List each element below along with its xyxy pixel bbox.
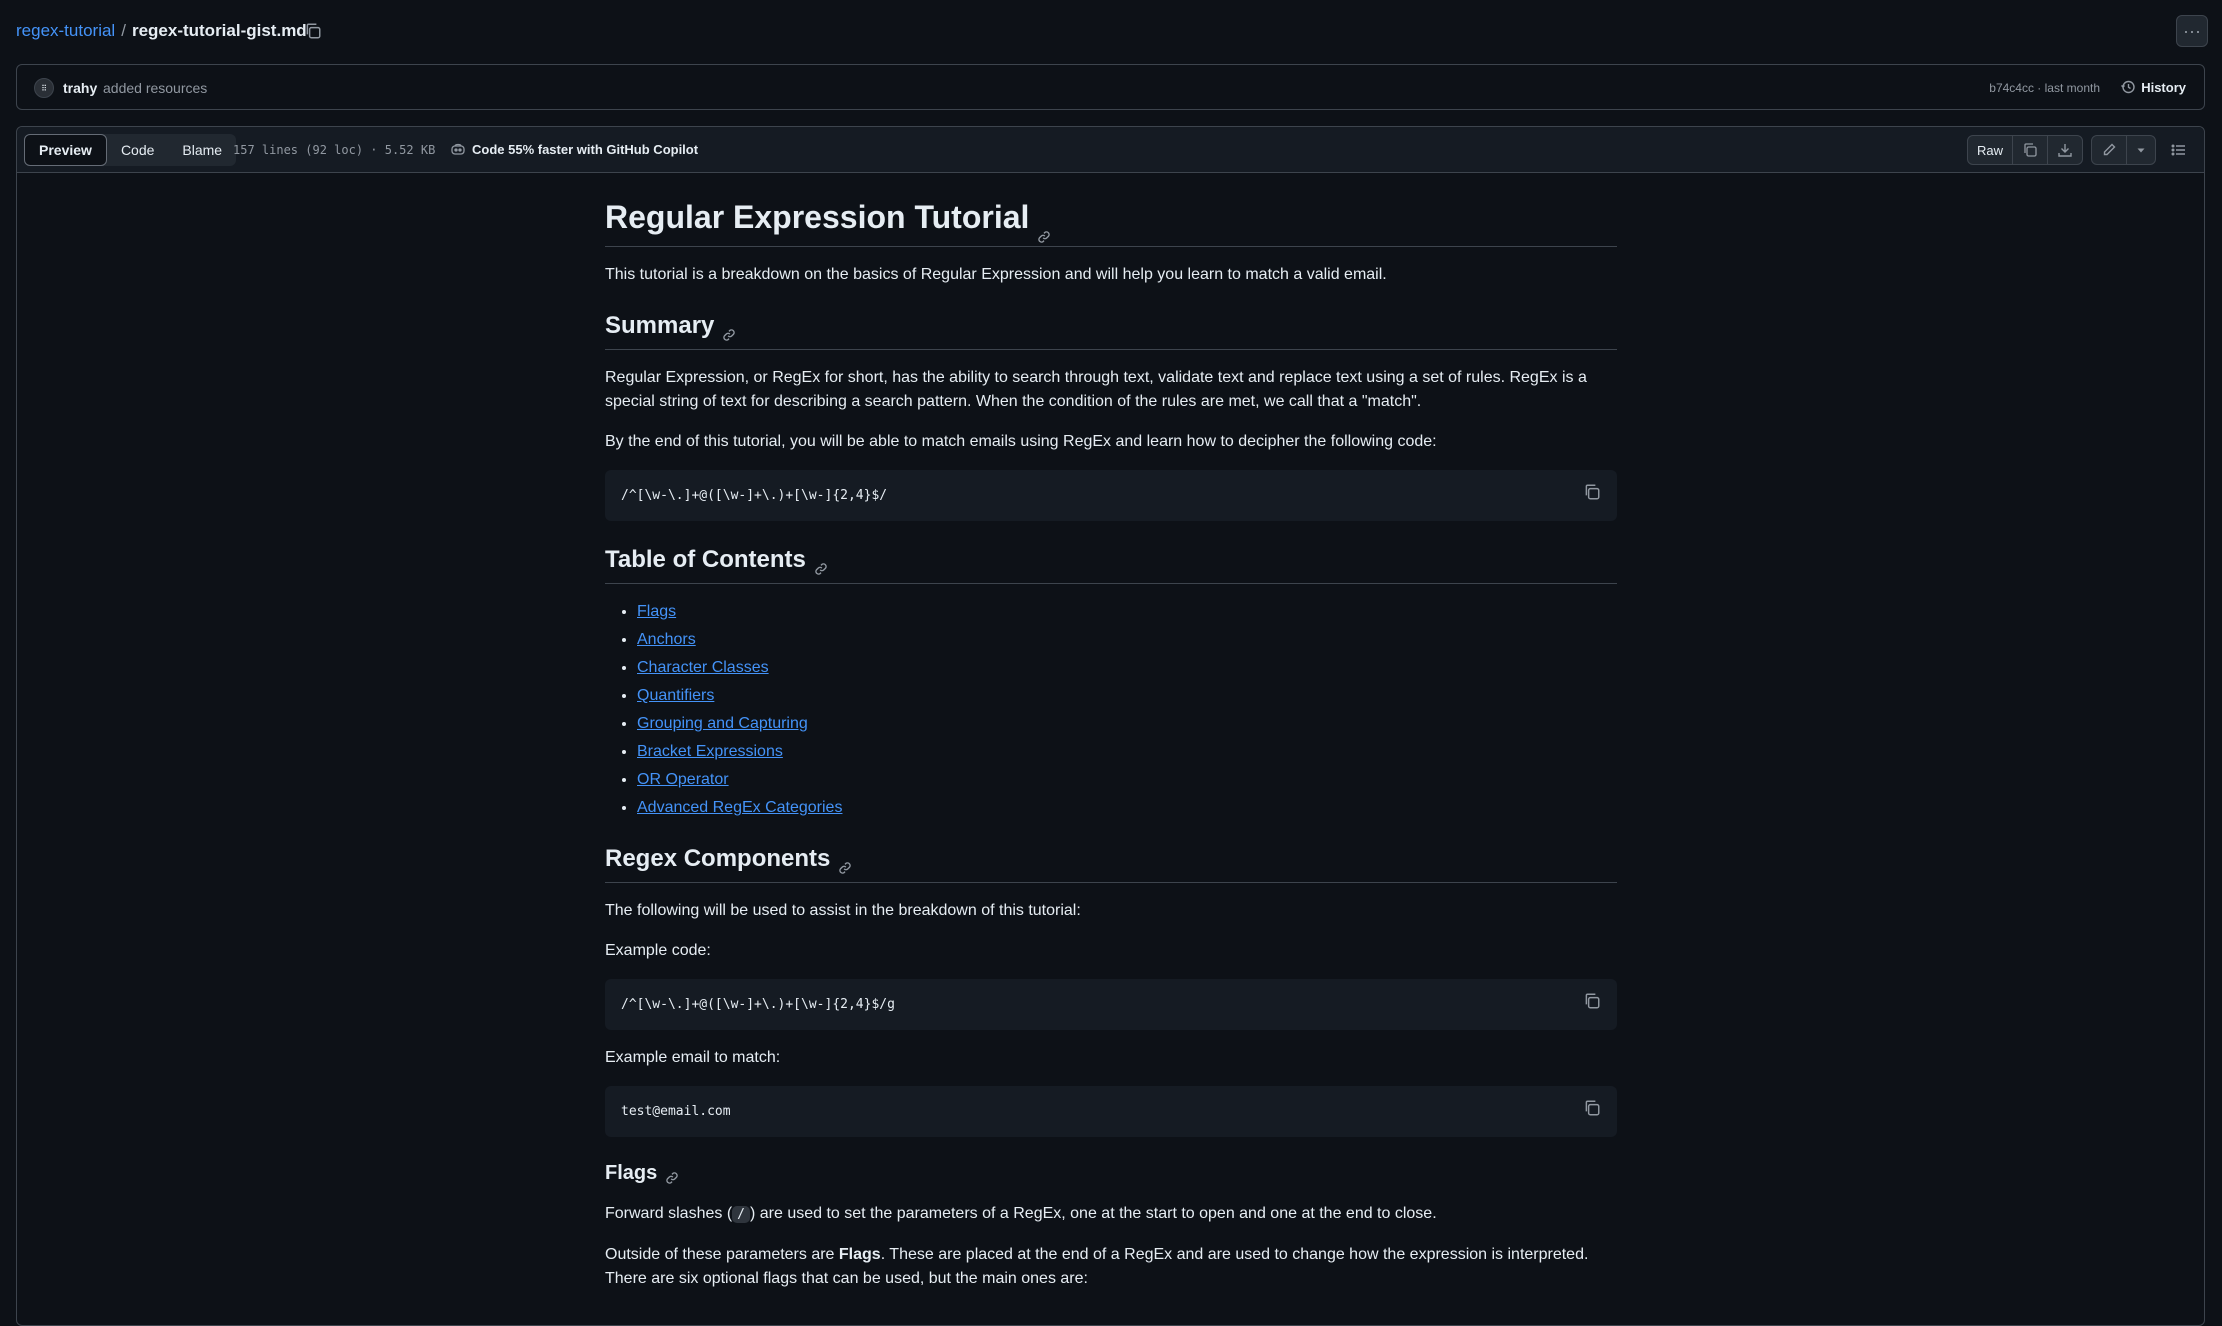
file-line-info: 157 lines (92 loc) · 5.52 KB <box>233 143 436 157</box>
edit-actions-group <box>2091 135 2156 165</box>
code-text: /^[\w-\.]+@([\w-]+\.)+[\w-]{2,4}$/g <box>621 997 895 1012</box>
components-heading-text: Regex Components <box>605 845 831 872</box>
tab-preview[interactable]: Preview <box>24 134 107 166</box>
flags-p2-bold: Flags <box>838 1246 881 1263</box>
summary-paragraph-2: By the end of this tutorial, you will be… <box>605 433 1437 450</box>
commit-sha-time[interactable]: b74c4cc · last month <box>1989 81 2100 95</box>
link-icon[interactable] <box>722 320 736 341</box>
download-icon <box>2058 144 2072 157</box>
history-icon <box>2121 80 2135 94</box>
components-heading: Regex Components <box>605 844 1617 883</box>
copy-path-icon[interactable] <box>304 22 322 40</box>
list-item: OR Operator <box>637 768 1617 792</box>
list-item: Quantifiers <box>637 684 1617 708</box>
flags-p1-after: ) are used to set the parameters of a Re… <box>749 1205 1437 1222</box>
intro-paragraph: This tutorial is a breakdown on the basi… <box>605 266 1387 283</box>
toc-link-advanced[interactable]: Advanced RegEx Categories <box>637 799 842 816</box>
example-email-label: Example email to match: <box>605 1049 781 1066</box>
kebab-icon: ··· <box>2183 20 2201 41</box>
list-item: Bracket Expressions <box>637 740 1617 764</box>
commit-message[interactable]: added resources <box>103 80 207 96</box>
code-block: /^[\w-\.]+@([\w-]+\.)+[\w-]{2,4}$/g <box>605 979 1617 1030</box>
copy-icon[interactable] <box>1583 992 1603 1012</box>
history-button[interactable]: History <box>2114 74 2192 100</box>
edit-button[interactable] <box>2092 136 2127 164</box>
link-icon[interactable] <box>665 1167 679 1184</box>
raw-button[interactable]: Raw <box>1968 136 2013 164</box>
more-options-button[interactable]: ··· <box>2176 15 2208 47</box>
triangle-down-icon <box>2137 148 2145 153</box>
file-viewer: Preview Code Blame 157 lines (92 loc) · … <box>16 126 2205 1326</box>
breadcrumb-separator: / <box>121 21 126 40</box>
summary-paragraph-1: Regular Expression, or RegEx for short, … <box>605 369 1587 410</box>
copy-icon[interactable] <box>1583 483 1603 503</box>
components-paragraph: The following will be used to assist in … <box>605 902 1081 919</box>
toc-link-flags[interactable]: Flags <box>637 603 676 620</box>
flags-heading-text: Flags <box>605 1162 658 1184</box>
toc-link-grouping[interactable]: Grouping and Capturing <box>637 715 808 732</box>
outline-button[interactable] <box>2164 135 2194 165</box>
toc-heading: Table of Contents <box>605 545 1617 584</box>
breadcrumb-repo-link[interactable]: regex-tutorial <box>16 21 115 40</box>
copilot-promo-label: Code 55% faster with GitHub Copilot <box>472 141 699 157</box>
file-actions: Raw <box>1966 135 2194 165</box>
list-unordered-icon <box>2171 144 2185 156</box>
flags-heading: Flags <box>605 1161 1617 1186</box>
code-block: /^[\w-\.]+@([\w-]+\.)+[\w-]{2,4}$/ <box>605 470 1617 521</box>
file-header: Preview Code Blame 157 lines (92 loc) · … <box>17 127 2204 173</box>
edit-dropdown-button[interactable] <box>2127 136 2155 164</box>
toc-link-or-operator[interactable]: OR Operator <box>637 771 729 788</box>
summary-heading-text: Summary <box>605 312 715 339</box>
latest-commit-box: ⠿ trahy added resources b74c4cc · last m… <box>16 64 2205 110</box>
toc-list: Flags Anchors Character Classes Quantifi… <box>605 600 1617 820</box>
code-text: test@email.com <box>621 1104 731 1119</box>
code-text: /^[\w-\.]+@([\w-]+\.)+[\w-]{2,4}$/ <box>621 488 888 503</box>
view-mode-tabs: Preview Code Blame <box>24 134 237 166</box>
list-item: Character Classes <box>637 656 1617 680</box>
toc-link-quantifiers[interactable]: Quantifiers <box>637 687 714 704</box>
summary-heading: Summary <box>605 311 1617 350</box>
breadcrumb: regex-tutorial / regex-tutorial-gist.md <box>16 21 307 41</box>
history-label: History <box>2141 79 2186 95</box>
markdown-body: Regular Expression Tutorial This tutoria… <box>605 197 1617 1307</box>
doc-title: Regular Expression Tutorial <box>605 197 1617 247</box>
toc-link-character-classes[interactable]: Character Classes <box>637 659 769 676</box>
list-item: Grouping and Capturing <box>637 712 1617 736</box>
copilot-icon <box>451 143 465 155</box>
toc-heading-text: Table of Contents <box>605 546 806 573</box>
tab-blame[interactable]: Blame <box>168 134 236 166</box>
link-icon[interactable] <box>814 554 828 575</box>
copy-raw-button[interactable] <box>2013 136 2048 164</box>
code-block: test@email.com <box>605 1086 1617 1137</box>
commit-author[interactable]: trahy <box>63 80 97 96</box>
link-icon[interactable] <box>1037 213 1051 243</box>
tab-code[interactable]: Code <box>107 134 168 166</box>
copy-icon <box>2024 143 2037 157</box>
flags-paragraph-2: Outside of these parameters are Flags. T… <box>605 1243 1617 1291</box>
file-path-bar: regex-tutorial / regex-tutorial-gist.md ··… <box>0 0 2222 64</box>
download-button[interactable] <box>2048 136 2082 164</box>
doc-title-text: Regular Expression Tutorial <box>605 199 1030 235</box>
avatar[interactable]: ⠿ <box>34 78 54 98</box>
list-item: Advanced RegEx Categories <box>637 796 1617 820</box>
flags-p1-before: Forward slashes ( <box>605 1205 733 1222</box>
pencil-icon <box>2103 143 2116 156</box>
toc-link-bracket-expressions[interactable]: Bracket Expressions <box>637 743 783 760</box>
example-code-label: Example code: <box>605 942 711 959</box>
link-icon[interactable] <box>838 853 852 874</box>
list-item: Flags <box>637 600 1617 624</box>
flags-paragraph-1: Forward slashes (/) are used to set the … <box>605 1202 1617 1227</box>
copilot-promo-link[interactable]: Code 55% faster with GitHub Copilot <box>450 141 698 157</box>
flags-p2-before: Outside of these parameters are <box>605 1246 839 1263</box>
list-item: Anchors <box>637 628 1617 652</box>
breadcrumb-file-name: regex-tutorial-gist.md <box>131 21 307 40</box>
raw-actions-group: Raw <box>1966 135 2083 165</box>
toc-link-anchors[interactable]: Anchors <box>637 631 696 648</box>
copy-icon[interactable] <box>1583 1099 1603 1119</box>
inline-code: / <box>732 1206 750 1223</box>
